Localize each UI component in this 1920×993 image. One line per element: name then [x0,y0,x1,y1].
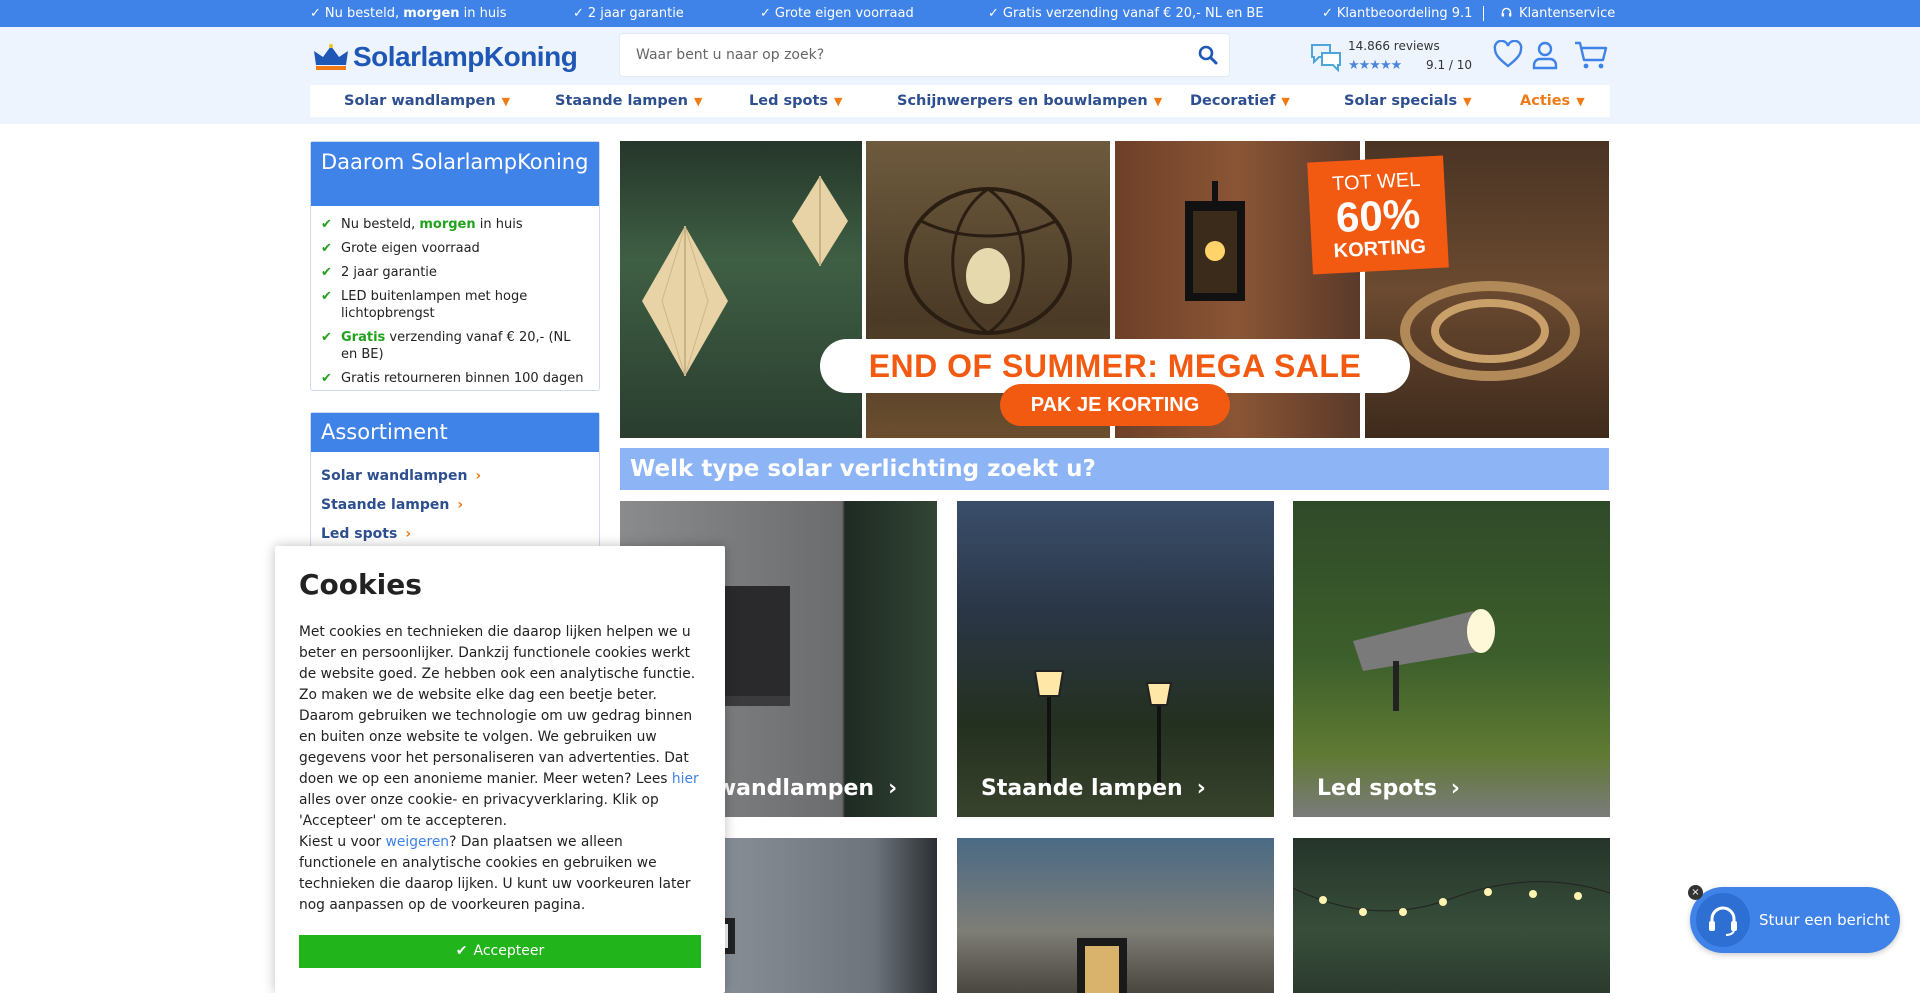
check-icon: ✔ [321,371,332,386]
heart-icon[interactable] [1493,40,1523,70]
list-item: ✔ Gratis verzending vanaf € 20,- (NL en B… [321,330,571,362]
chevron-right-icon: › [475,468,482,484]
nav-solar-specials[interactable]: Solar specials ▼ [1344,85,1472,117]
check-icon: ✔ [455,943,468,959]
usp-warranty: ✓ 2 jaar garantie [573,6,684,21]
cookie-text: Met cookies en technieken die daarop lij… [299,624,699,913]
customer-service-link[interactable]: Klantenservice [1500,0,1615,27]
check-icon: ✔ [321,241,332,256]
chevron-right-icon: › [457,497,464,513]
chevron-down-icon: ▼ [1576,95,1585,108]
crown-icon [314,44,348,70]
rating-stars: ★★★★★ [1348,58,1402,73]
cookie-reject-link[interactable]: weigeren [386,834,449,850]
nav-led-spots[interactable]: Led spots ▼ [749,85,843,117]
chevron-down-icon: ▼ [1281,95,1290,108]
lantern-image [792,176,848,266]
reviews-icon [1311,44,1341,72]
user-icon[interactable] [1530,40,1560,70]
chevron-down-icon: ▼ [1463,95,1472,108]
divider [1483,6,1484,21]
reviews-widget[interactable]: 14.866 reviews ★★★★★ 9.1 / 10 [1310,39,1472,77]
assortiment-link-solar-wandlampen[interactable]: Solar wandlampen › [311,462,599,491]
list-item: ✔ LED buitenlampen met hoge lichtopbrengs… [321,289,528,321]
string-lights-image [1293,881,1610,916]
site-logo[interactable]: SolarlampKoning [313,40,578,74]
category-card-decoratief[interactable] [957,838,1274,993]
wall-lantern-image [1185,181,1245,301]
nav-schijnwerpers[interactable]: Schijnwerpers en bouwlampen ▼ [897,85,1162,117]
why-us-list: ✔ Nu besteld, morgen in huis ✔ Grote eigen… [311,206,599,387]
list-item: ✔ Nu besteld, morgen in huis [321,217,523,232]
banner-image-paper-lanterns [620,141,862,438]
search-bar [620,34,1229,76]
garden-lamps-image [1033,670,1173,791]
usp-rating[interactable]: ✓ Klantbeoordeling 9.1 [1322,0,1472,27]
usp-shipping: ✓ Gratis verzending vanaf € 20,- NL en BE [988,6,1264,21]
cookie-dialog: Cookies Met cookies en technieken die da… [275,546,725,993]
check-icon: ✔ [321,330,332,345]
chevron-down-icon: ▼ [1153,95,1163,108]
site-header: SolarlampKoning 14.866 reviews ★★★★★ 9.1… [0,27,1920,124]
check-icon: ✔ [321,289,332,304]
chevron-right-icon: › [888,776,898,801]
check-icon: ✓ [310,6,321,21]
sale-cta-button[interactable]: PAK JE KORTING [1000,384,1230,426]
cart-icon[interactable] [1574,40,1608,70]
lantern-image [1077,938,1127,993]
headset-icon [1709,906,1737,936]
search-icon[interactable] [1197,44,1219,66]
check-icon: ✓ [760,6,771,21]
cookie-title: Cookies [299,568,422,601]
chat-close-icon[interactable]: × [1688,885,1703,900]
check-icon: ✔ [321,265,332,280]
list-item: ✔ Grote eigen voorraad [321,241,480,256]
chevron-right-icon: › [405,526,412,542]
category-card-solar-specials[interactable] [1293,838,1610,993]
chevron-down-icon: ▼ [693,95,703,108]
category-card-staande-lampen[interactable]: Staande lampen › [957,501,1274,817]
cookie-accept-button[interactable]: ✔ Accepteer [299,935,701,968]
main-nav: Solar wandlampen ▼ Staande lampen ▼ Led sp… [310,85,1610,117]
nav-decoratief[interactable]: Decoratief ▼ [1190,85,1290,117]
lantern-image [642,226,728,376]
chevron-down-icon: ▼ [834,95,843,108]
headset-icon [1501,7,1512,17]
chevron-right-icon: › [1450,776,1460,801]
globe-lamp-image [904,187,1072,335]
check-icon: ✓ [1322,6,1333,21]
assortiment-box: Assortiment Solar wandlampen › Staande la… [310,412,600,552]
sale-banner[interactable]: TOT WEL 60% KORTING END OF SUMMER: MEGA … [620,141,1609,438]
check-icon: ✔ [321,217,332,232]
list-item: ✔ 2 jaar garantie [321,265,437,280]
list-item: ✔ Gratis retourneren binnen 100 dagen [321,371,584,386]
assortiment-link-led-spots[interactable]: Led spots › [311,520,599,549]
discount-badge: TOT WEL 60% KORTING [1307,155,1449,275]
why-us-box: Daarom SolarlampKoning ✔ Nu besteld, morg… [310,141,600,391]
usp-delivery: ✓ Nu besteld, morgen in huis [310,6,507,21]
check-icon: ✓ [573,6,584,21]
led-spot-image [1353,609,1495,711]
nav-staande-lampen[interactable]: Staande lampen ▼ [555,85,702,117]
nav-acties[interactable]: Acties ▼ [1520,85,1585,117]
chevron-down-icon: ▼ [501,95,511,108]
chevron-right-icon: › [1196,776,1206,801]
nav-solar-wandlampen[interactable]: Solar wandlampen ▼ [344,85,510,117]
chat-widget-button[interactable]: Stuur een bericht [1690,887,1900,953]
rope-lights-image [1400,281,1580,381]
usp-stock: ✓ Grote eigen voorraad [760,6,914,21]
category-card-led-spots[interactable]: Led spots › [1293,501,1610,817]
usp-topbar: ✓ Nu besteld, morgen in huis ✓ 2 jaar gara… [0,0,1920,27]
cookie-policy-link[interactable]: hier [672,771,699,787]
category-heading: Welk type solar verlichting zoekt u? [620,448,1609,490]
assortiment-link-staande-lampen[interactable]: Staande lampen › [311,491,599,520]
why-us-title: Daarom SolarlampKoning [311,142,599,206]
check-icon: ✓ [988,6,999,21]
assortiment-title: Assortiment [311,413,599,452]
search-input[interactable] [620,34,1160,76]
